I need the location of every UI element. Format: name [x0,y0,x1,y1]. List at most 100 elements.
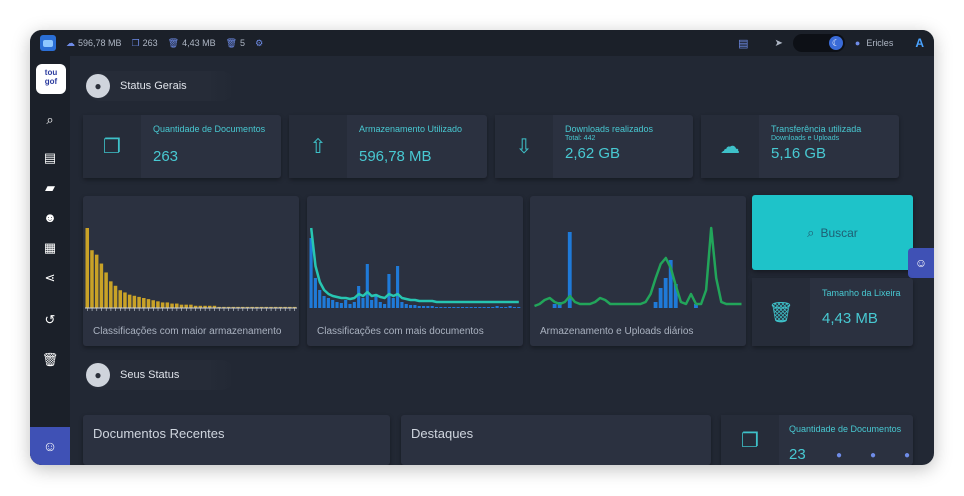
chart-bar [460,307,465,308]
chart-bar [326,298,330,308]
highlights-panel: Destaques [401,415,711,465]
share-icon[interactable]: ⋖ [40,268,60,288]
user-name[interactable]: Ericles [866,38,893,48]
users-icon[interactable]: ☻ [40,208,60,228]
app-logo-icon[interactable] [40,35,56,51]
chart-bar [452,307,456,308]
user-icon: ● [854,38,861,48]
chart-bar [357,286,361,308]
chart-bar [318,290,322,308]
chart-bar [396,266,400,308]
trash-icon[interactable]: 🗑 [40,350,60,370]
chart-bar [409,305,413,308]
trash-size-indicator: 🗑 4,43 MB [167,37,216,49]
chart-bar [175,303,179,308]
company-logo[interactable]: tou gof [36,64,66,94]
trash-size-card: 🗑 Tamanho da Lixeira 4,43 MB [752,278,913,346]
sidebar: tou gof ⌕ ▤ ▰ ☻ ▦ ⋖ ↺ 🗑 ☺ [30,56,70,465]
trash-icon: 🗑 [752,278,810,346]
cloud-icon: ☁ [701,115,759,178]
chart-bar [127,294,132,308]
chart-bar [447,307,452,308]
chart-bar [512,307,516,308]
feedback-button[interactable]: ☺ [30,427,70,465]
chart-bar [653,302,658,308]
stat-card-storage: ⇧ Armazenamento Utilizado 596,78 MB [289,115,487,178]
section-my-status: ● Seus Status [86,360,236,390]
chat-bubble-icon[interactable]: ● [904,450,918,462]
chart-bar [348,304,352,308]
chart-bar [383,304,387,308]
history-icon[interactable]: ↺ [40,310,60,330]
chart-bar [370,300,374,308]
top-bar: ☁ 596,78 MB ❐ 263 🗑 4,43 MB 🗑 5 ⚙ ▤ ➤ ☾ … [30,30,934,56]
chart-bar [456,307,460,308]
chart-bar [313,278,317,308]
chart-bar [391,298,395,308]
documents-icon: ❐ [131,37,140,48]
chat-bubble-icon[interactable]: ● [870,450,884,462]
chart-bar [113,285,118,308]
chart-bar [85,228,90,308]
chart-bar [142,298,146,308]
search-icon[interactable]: ⌕ [40,110,60,130]
chart-bar [465,307,469,308]
chart-docs-svg [309,227,521,308]
chart-bar [491,307,495,308]
chart-bar [378,302,382,308]
app-window: ☁ 596,78 MB ❐ 263 🗑 4,43 MB 🗑 5 ⚙ ▤ ➤ ☾ … [30,30,934,465]
chart-bar [404,304,408,308]
gear-icon: ⚙ [255,37,264,48]
chart-bar [137,296,141,308]
chart-bar [151,300,155,308]
theme-toggle[interactable]: ☾ [792,34,845,52]
feedback-icon: ☺ [42,438,58,454]
chart-bar [508,306,512,308]
chart-bar [104,272,108,308]
chart-bar [400,302,404,308]
document-list-icon[interactable]: ▤ [40,148,60,168]
chart-bar [443,307,447,308]
chart-bar [469,307,473,308]
stat-card-documents: ❐ Quantidade de Documentos 263 [83,115,281,178]
document-icon[interactable]: ▤ [738,37,748,50]
chart-bar [90,250,94,308]
chart-bar [552,304,557,308]
chart-bar [331,300,335,308]
documents-indicator: ❐ 263 [131,37,158,49]
chart-bar [421,306,426,308]
brand-logo: A [915,36,924,50]
chart-bar [504,307,508,308]
calendar-icon[interactable]: ▦ [40,238,60,258]
stat-card-transfer: ☁ Transferência utilizada Downloads e Up… [701,115,899,178]
chart-bar [322,296,326,308]
chat-tab-button[interactable]: ☺ [908,248,934,278]
user-icon: ● [86,363,110,387]
chart-bar [146,299,151,308]
chart-bar [663,278,668,308]
settings-button[interactable]: ⚙ [255,38,263,49]
chart-bar [94,254,99,308]
chart-bar [430,306,434,308]
chart-bar [123,292,127,308]
chart-bar [156,301,160,308]
chart-bar [344,300,348,308]
storage-indicator: ☁ 596,78 MB [66,37,122,49]
chat-bubble-icon[interactable]: ● [836,450,850,462]
chart-uploads-svg [534,226,742,308]
search-button[interactable]: ⌕ Buscar [752,195,913,270]
chart-bar [417,306,421,308]
chart-bar [517,307,521,308]
my-documents-card: ❐ Quantidade de Documentos 23 [721,415,913,465]
chart-storage-by-classification: Classificações com maior armazenamento [83,196,299,346]
chart-bar [339,303,343,308]
send-icon[interactable]: ➤ [774,38,782,49]
chart-bar [160,302,165,308]
folder-icon[interactable]: ▰ [40,178,60,198]
chart-bar [478,307,482,308]
chart-bar [413,305,417,308]
chart-bar [495,306,499,308]
chart-bar [482,307,486,308]
trash-icon: 🗑 [167,37,180,48]
stat-card-downloads: ⇩ Downloads realizados Total: 442 2,62 G… [495,115,693,178]
